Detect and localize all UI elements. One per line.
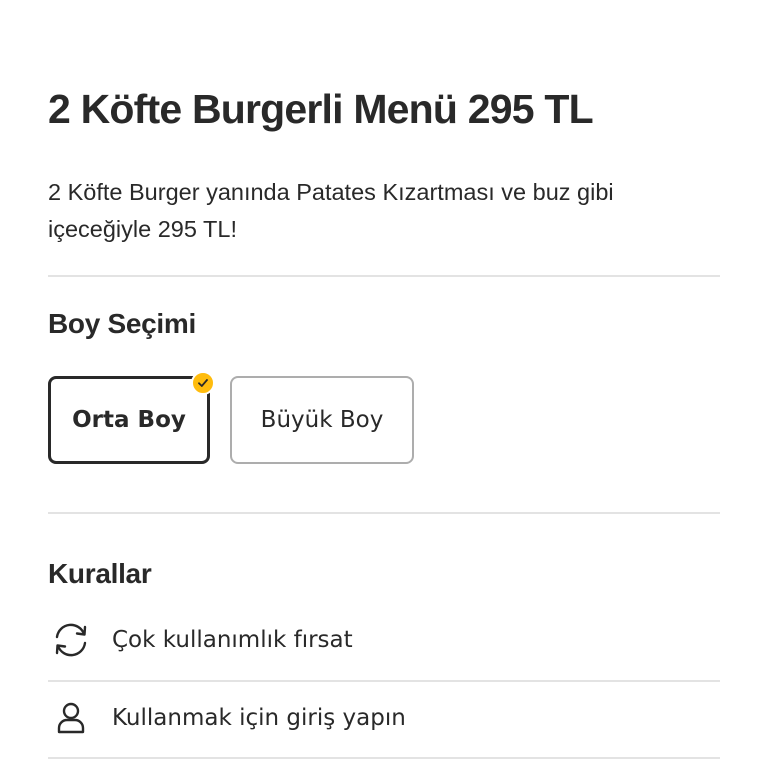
size-option-label: Büyük Boy [260,407,384,433]
rules-heading: Kurallar [48,558,152,589]
rule-item-reusable: Çok kullanımlık fırsat [48,610,720,670]
offer-title: 2 Köfte Burgerli Menü 295 TL [48,86,594,132]
rule-label: Çok kullanımlık fırsat [112,627,353,653]
offer-description: 2 Köfte Burger yanında Patates Kızartmas… [48,179,614,242]
size-option-orta-boy[interactable]: Orta Boy [48,371,215,464]
size-option-buyuk-boy[interactable]: Büyük Boy [230,376,414,464]
refresh-icon [48,617,94,663]
check-icon [191,371,215,395]
rule-item-login: Kullanmak için giriş yapın [48,688,720,748]
user-icon [48,695,94,741]
size-selection-heading: Boy Seçimi [48,308,196,339]
divider [48,275,720,277]
divider [48,680,720,682]
rule-label: Kullanmak için giriş yapın [112,705,406,731]
size-option-label: Orta Boy [72,407,186,433]
divider [48,512,720,514]
divider [48,757,720,759]
